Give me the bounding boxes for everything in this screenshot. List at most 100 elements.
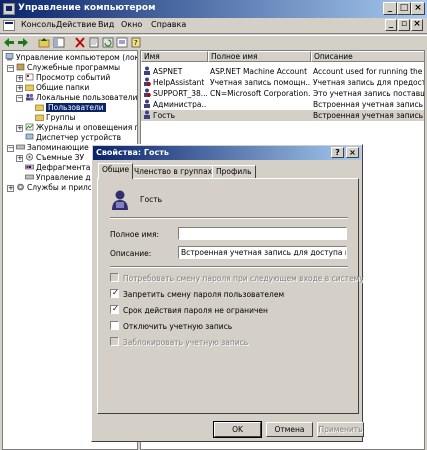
account-disabled-checkbox[interactable]: Отключить учетную запись [110,321,232,331]
expander-plus-icon[interactable]: + [7,185,14,192]
up-folder-icon[interactable] [38,37,50,48]
tree-node-local-users-groups[interactable]: Локальные пользователи [25,93,137,103]
menu-action[interactable]: Действие [56,20,96,29]
cancel-button[interactable]: Отмена [266,422,313,437]
must-change-password-checkbox[interactable]: Потребовать смену пароля при следующем в… [110,273,364,283]
svg-text:?: ? [134,39,138,47]
tab-member-of[interactable]: Членство в группах [130,165,217,178]
window-title: Управление компьютером [18,3,156,13]
expander-plus-icon[interactable]: + [16,155,23,162]
dialog-close-button[interactable]: × [346,147,359,158]
user-icon [144,99,150,108]
description-field[interactable]: Встроенная учетная запись для доступа го… [178,246,347,259]
mdi-minimize-button[interactable]: _ [385,19,397,31]
column-header-full-name[interactable]: Полное имя [208,51,311,62]
separator [110,266,348,268]
expander-plus-icon[interactable]: + [16,85,23,92]
dialog-titlebar[interactable]: Свойства: Гость ? × [93,146,361,160]
help-button[interactable]: ? [331,147,344,158]
forward-arrow-icon[interactable] [17,37,29,48]
username-label: Гость [140,195,163,204]
list-row[interactable]: Администра... Встроенная учетная запись … [141,99,424,110]
description-label: Описание: [110,249,152,258]
tree-node-services-apps[interactable]: Службы и прилож [16,183,99,193]
export-list-icon[interactable] [116,37,128,48]
maximize-button[interactable]: □ [397,2,411,15]
tree-node-root[interactable]: Управление компьютером (локаль [5,53,137,63]
computer-icon [5,53,14,61]
checkmark-icon: ✓ [112,304,119,313]
tree-node-event-viewer[interactable]: Просмотр событий [25,73,110,83]
ok-button[interactable]: OK [213,421,262,438]
checkbox-box [110,337,119,346]
list-row[interactable]: SUPPORT_38... CN=Microsoft Corporation..… [141,88,424,99]
tree-node-performance-logs[interactable]: Журналы и оповещения пр [25,123,137,133]
column-header-name[interactable]: Имя [141,51,208,62]
tree-node-removable-storage[interactable]: Съемные ЗУ [25,153,84,163]
expander-plus-icon[interactable]: + [16,125,23,132]
console-window-icon[interactable] [3,20,15,31]
list-row[interactable]: ASPNET ASP.NET Machine Account Account u… [141,66,424,77]
tab-general[interactable]: Общие [98,163,134,179]
checkbox-box [110,321,119,330]
apply-button[interactable]: Применить [317,422,364,437]
show-tree-icon[interactable] [53,37,65,48]
list-row[interactable]: Гость Встроенная учетная запись для д [141,110,424,121]
list-row[interactable]: HelpAssistant Учетная запись помощн... У… [141,77,424,88]
cannot-change-password-checkbox[interactable]: ✓ Запретить смену пароля пользователем [110,288,284,299]
disabled-user-icon [144,88,151,97]
menu-view[interactable]: Вид [98,20,114,29]
defragmenter-icon [25,164,34,170]
back-arrow-icon[interactable] [3,37,15,48]
checkbox-box: ✓ [110,288,119,298]
user-avatar-icon [112,190,128,210]
properties-dialog: Свойства: Гость ? × Общие Членство в гру… [91,144,364,442]
help-book-icon[interactable]: ? [130,37,142,48]
tree-node-system-tools[interactable]: Служебные программы [16,63,120,73]
shared-folder-icon [25,84,34,91]
separator [110,217,348,219]
event-viewer-icon [25,73,34,81]
dialog-title: Свойства: Гость [96,148,169,157]
properties-icon[interactable] [88,37,100,48]
computer-management-icon [3,3,15,15]
mdi-close-button[interactable]: × [411,19,423,31]
menu-window[interactable]: Окно [121,20,142,29]
tree-node-defragmenter[interactable]: Дефрагмента [25,163,90,173]
menu-bar: Консоль Действие Вид Окно Справка _ ▫ × [0,18,427,34]
refresh-icon[interactable] [102,37,114,48]
tree-node-users[interactable]: Пользователи [35,103,106,113]
toolbar: ? [0,35,427,49]
window-titlebar[interactable]: Управление компьютером _ □ × [0,0,427,18]
delete-icon[interactable] [74,37,86,48]
disabled-user-icon [144,77,151,86]
disk-management-icon [25,174,34,180]
storage-icon [16,144,25,150]
checkmark-icon: ✓ [112,288,119,297]
tab-panel-general: Гость Полное имя: Описание: Встроенная у… [97,178,364,414]
column-header-description[interactable]: Описание [311,51,424,62]
menu-console[interactable]: Консоль [21,20,56,29]
mdi-restore-button[interactable]: ▫ [398,19,410,31]
tree-node-storage[interactable]: Запоминающие ус [16,143,100,153]
tree-node-shared-folders[interactable]: Общие папки [25,83,89,93]
expander-minus-icon[interactable]: − [7,145,14,152]
tree-node-groups[interactable]: Группы [35,113,76,123]
tree-node-disk-management[interactable]: Управление д [25,173,91,183]
tree-node-device-manager[interactable]: Диспетчер устройств [25,133,121,143]
expander-minus-icon[interactable]: − [16,95,23,102]
account-locked-checkbox[interactable]: Заблокировать учетную запись [110,337,248,347]
user-icon [144,66,150,75]
expander-plus-icon[interactable]: + [16,75,23,82]
password-never-expires-checkbox[interactable]: ✓ Срок действия пароля не ограничен [110,304,268,315]
menu-help[interactable]: Справка [151,20,186,29]
fullname-field[interactable] [178,227,347,240]
checkbox-box [110,273,119,282]
fullname-label: Полное имя: [110,230,160,239]
expander-minus-icon[interactable]: − [7,65,14,72]
minimize-button[interactable]: _ [383,2,397,15]
tab-profile[interactable]: Профиль [212,165,256,178]
folder-icon [35,114,44,121]
removable-storage-icon [25,153,34,161]
close-button[interactable]: × [411,2,425,15]
